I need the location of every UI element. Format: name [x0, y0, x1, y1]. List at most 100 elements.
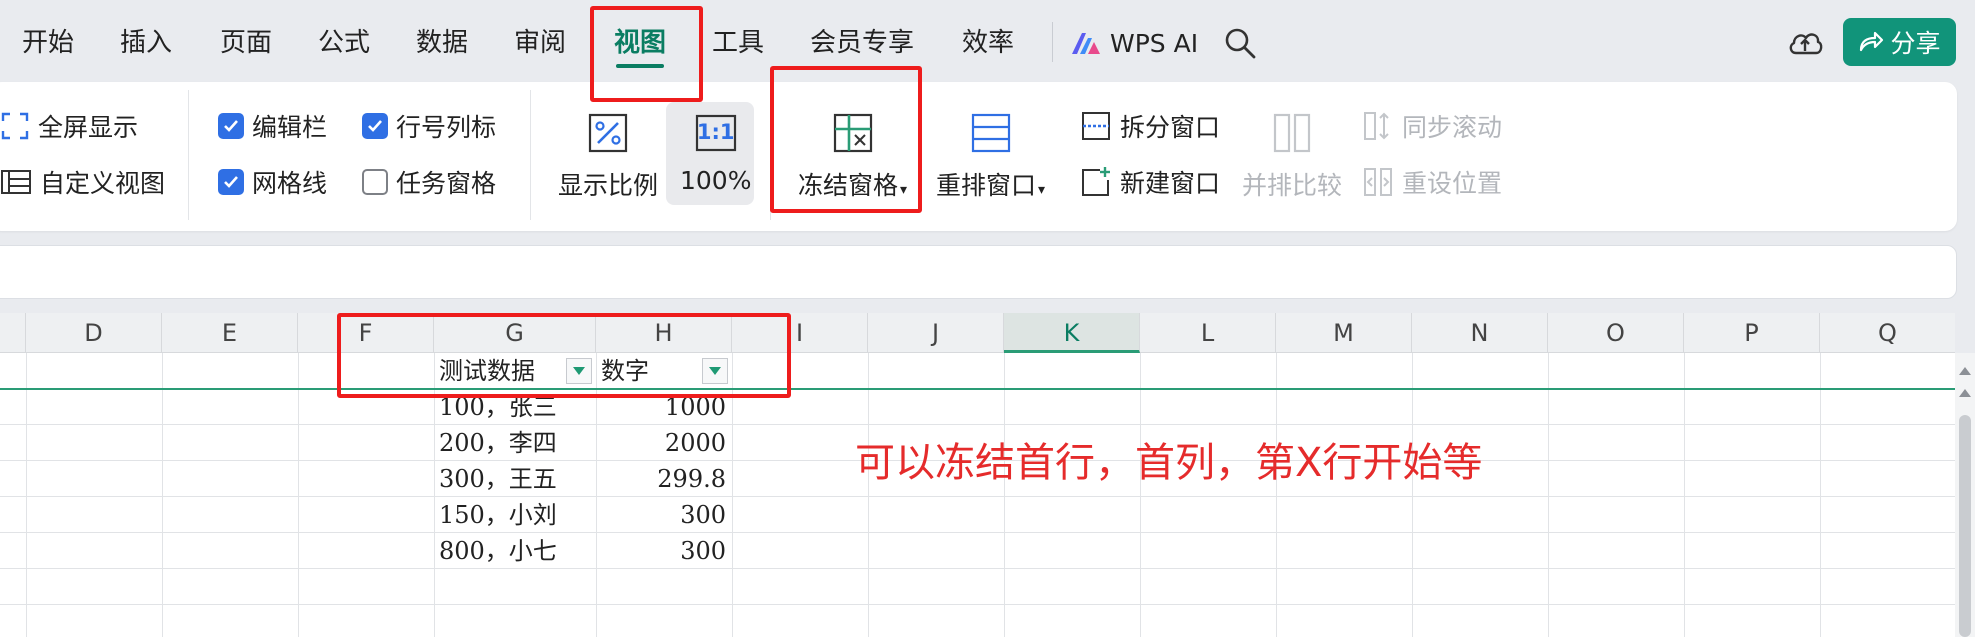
reset-position-button[interactable]: 重设位置 [1362, 162, 1502, 202]
menu-tab-page[interactable]: 页面 [220, 22, 272, 64]
share-button[interactable]: 分享 [1843, 18, 1956, 66]
sync-scroll-button[interactable]: 同步滚动 [1362, 106, 1502, 146]
scroll-up-icon[interactable] [1959, 389, 1971, 397]
chevron-down-icon: ▾ [900, 182, 908, 198]
grid-line [1276, 353, 1277, 637]
data-cell-number[interactable]: 1000 [596, 389, 726, 425]
column-header-f[interactable]: F [298, 313, 434, 353]
zoom-ratio-button[interactable]: 显示比例 [558, 110, 658, 202]
checkbox-unchecked-icon [362, 169, 388, 195]
freeze-pane-line [0, 388, 1955, 390]
header-cell-test-data[interactable]: 测试数据 [439, 353, 535, 389]
ribbon-divider [530, 90, 531, 220]
data-cell-text[interactable]: 800，小七 [439, 533, 557, 569]
menu-tab-tools[interactable]: 工具 [712, 22, 764, 64]
split-window-button[interactable]: 拆分窗口 [1080, 106, 1220, 146]
checkbox-checked-icon [218, 169, 244, 195]
column-header-g[interactable]: G [434, 313, 596, 353]
grid-line [868, 353, 869, 637]
grid-line [0, 424, 1955, 425]
ribbon-divider [770, 90, 771, 220]
freeze-panes-label: 冻结窗格 ▾ [798, 171, 908, 200]
column-header-d[interactable]: D [26, 313, 162, 353]
column-header-n[interactable]: N [1412, 313, 1548, 353]
custom-view-label: 自定义视图 [40, 169, 166, 198]
menu-divider [1052, 22, 1053, 62]
cloud-upload-icon[interactable] [1786, 24, 1824, 62]
task-pane-checkbox[interactable]: 任务窗格 [362, 162, 496, 202]
filter-dropdown-icon[interactable] [702, 358, 728, 384]
one-to-one-text: 1:1 [696, 120, 735, 144]
column-header-i[interactable]: I [732, 313, 868, 353]
wps-ai-logo-icon [1072, 33, 1100, 54]
menu-tab-formula[interactable]: 公式 [318, 22, 370, 64]
gridlines-checkbox[interactable]: 网格线 [218, 162, 327, 202]
filter-dropdown-icon[interactable] [566, 358, 592, 384]
zoom-100-content: 1:1 100% [680, 110, 751, 195]
checkbox-checked-icon [362, 113, 388, 139]
column-header-partial[interactable] [0, 313, 26, 353]
edit-bar-checkbox[interactable]: 编辑栏 [218, 106, 327, 146]
grid-line [1548, 353, 1549, 637]
column-header-p[interactable]: P [1684, 313, 1820, 353]
zoom-ratio-label: 显示比例 [558, 171, 659, 200]
side-by-side-button[interactable]: 并排比较 [1242, 110, 1342, 202]
menu-tab-efficiency[interactable]: 效率 [962, 22, 1014, 64]
grid-line [1140, 353, 1141, 637]
data-cell-text[interactable]: 100，张三 [439, 389, 557, 425]
freeze-panes-button[interactable]: 冻结窗格 ▾ [798, 110, 907, 202]
data-cell-number[interactable]: 300 [596, 497, 726, 533]
reset-position-label: 重设位置 [1402, 169, 1503, 198]
menu-tab-insert[interactable]: 插入 [120, 22, 172, 64]
data-cell-number[interactable]: 300 [596, 533, 726, 569]
column-header-o[interactable]: O [1548, 313, 1684, 353]
row-col-header-label: 行号列标 [396, 113, 497, 142]
row-col-header-checkbox[interactable]: 行号列标 [362, 106, 496, 146]
split-window-label: 拆分窗口 [1120, 113, 1221, 142]
edit-bar-label: 编辑栏 [252, 113, 328, 142]
rearrange-windows-icon [971, 113, 1010, 153]
grid-line [298, 353, 299, 637]
menu-tab-review[interactable]: 审阅 [514, 22, 566, 64]
fullscreen-icon [1, 112, 29, 140]
rearrange-windows-button[interactable]: 重排窗口 ▾ [936, 110, 1045, 202]
grid-line [1412, 353, 1413, 637]
column-header-l[interactable]: L [1140, 313, 1276, 353]
side-by-side-label: 并排比较 [1242, 171, 1343, 200]
data-cell-number[interactable]: 299.8 [596, 461, 726, 497]
grid-line [434, 353, 435, 637]
data-cell-text[interactable]: 300，王五 [439, 461, 557, 497]
column-header-j[interactable]: J [868, 313, 1004, 353]
formula-input[interactable] [0, 245, 1957, 299]
wps-ai-button[interactable]: WPS AI [1070, 22, 1198, 64]
split-window-icon [1082, 112, 1110, 140]
menu-tab-view[interactable]: 视图 [614, 22, 666, 68]
grid-line [162, 353, 163, 637]
freeze-panes-icon [833, 113, 872, 153]
custom-view-button[interactable]: 自定义视图 [0, 162, 165, 202]
scrollbar-thumb[interactable] [1959, 415, 1971, 637]
vertical-scrollbar[interactable] [1955, 353, 1975, 637]
column-header-m[interactable]: M [1276, 313, 1412, 353]
menu-tab-member[interactable]: 会员专享 [810, 22, 914, 64]
data-cell-number[interactable]: 2000 [596, 425, 726, 461]
menu-tab-home[interactable]: 开始 [22, 22, 74, 64]
menu-tab-data[interactable]: 数据 [416, 22, 468, 64]
grid-line [0, 568, 1955, 569]
scroll-up-icon[interactable] [1959, 367, 1971, 375]
header-cell-number[interactable]: 数字 [601, 353, 649, 389]
grid-line [26, 353, 27, 637]
data-cell-text[interactable]: 200，李四 [439, 425, 557, 461]
share-label: 分享 [1890, 29, 1941, 58]
column-header-h[interactable]: H [596, 313, 732, 353]
new-window-button[interactable]: 新建窗口 [1080, 162, 1220, 202]
new-window-label: 新建窗口 [1120, 169, 1221, 198]
column-header-e[interactable]: E [162, 313, 298, 353]
fullscreen-button[interactable]: 全屏显示 [0, 106, 138, 146]
search-icon[interactable] [1222, 25, 1258, 61]
column-header-q[interactable]: Q [1820, 313, 1955, 353]
column-header-k[interactable]: K [1004, 313, 1140, 353]
task-pane-label: 任务窗格 [396, 169, 497, 198]
data-cell-text[interactable]: 150，小刘 [439, 497, 557, 533]
checkbox-checked-icon [218, 113, 244, 139]
